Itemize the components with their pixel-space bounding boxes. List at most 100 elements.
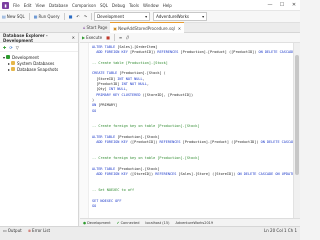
code-keyword: ALTER TABLE (92, 166, 118, 171)
undo-icon[interactable]: ↶ (74, 12, 81, 21)
new-file-icon: ▤ (2, 14, 6, 19)
new-sql-button[interactable]: ▤ New SQL (0, 12, 27, 21)
run-query-label: Run Query (38, 14, 60, 19)
tab-sql-file[interactable]: ▣ NewAddStoredProcedure.sql ✕ (110, 22, 185, 33)
code-text: [Production].[Stock] (117, 135, 160, 140)
database-value: AdventureWorks (156, 14, 189, 19)
menu-item-comparison[interactable]: Comparison (70, 3, 98, 8)
code-keyword: GO (92, 108, 97, 113)
output-icon: ▭ (3, 227, 7, 233)
code-keyword: ADD FOREIGN KEY (96, 172, 130, 177)
error-list-label: Error List (32, 227, 51, 233)
panel-header: Database Explorer - Development ✕ (0, 33, 78, 43)
code-line[interactable]: GO (92, 204, 293, 209)
code-text: , (125, 87, 128, 92)
menu-item-database[interactable]: Database (47, 3, 70, 8)
status-server: localhost (15) (142, 221, 172, 225)
minimize-button[interactable]: — (264, 0, 276, 11)
menu-item-view[interactable]: View (33, 3, 47, 8)
toolbar-separator (113, 34, 115, 41)
collapse-icon[interactable]: ▾ (3, 55, 5, 60)
code-keyword: ADD FOREIGN KEY (96, 50, 130, 55)
code-text: [PRIMARY] (98, 103, 118, 108)
expand-icon[interactable]: ▸ (8, 61, 10, 66)
tree-label: Database Snapshots (17, 66, 59, 72)
close-window-button[interactable]: ✕ (288, 0, 300, 11)
code-comment: -- Create foreign key on table [Producti… (92, 124, 200, 129)
status-state-label: Connected (120, 220, 140, 225)
code-keyword: ON DELETE CASCADE (258, 50, 294, 55)
code-comment: -- Set NOEXEC to off (92, 188, 135, 193)
format-icon[interactable]: ≡ (117, 33, 124, 42)
filter-icon[interactable]: ▽ (16, 45, 19, 50)
tree-label: Development (12, 54, 39, 60)
close-icon[interactable]: ✕ (72, 35, 75, 40)
save-icon[interactable]: ■ (67, 12, 75, 21)
panel-title: Database Explorer - Development (3, 32, 48, 43)
menu-item-sql[interactable]: SQL (98, 3, 110, 8)
maximize-button[interactable]: ☐ (276, 0, 288, 11)
code-text: , (142, 76, 145, 81)
tree-item-database-snapshots[interactable]: ▸ Database Snapshots (3, 66, 75, 72)
close-icon[interactable]: ✕ (178, 26, 181, 31)
output-tab[interactable]: ▭ Output (0, 226, 25, 234)
toolbar-separator (28, 13, 30, 20)
app-logo: ▮ (2, 1, 9, 9)
menu-item-window[interactable]: Window (141, 3, 161, 8)
tab-start-page[interactable]: ⌂ Start Page (80, 23, 110, 33)
expand-icon[interactable]: ▸ (8, 67, 10, 72)
execute-label: Execute (86, 35, 103, 40)
redo-icon[interactable]: ↷ (82, 12, 89, 21)
code-line[interactable]: ADD FOREIGN KEY ([StoreID]) REFERENCES [… (92, 172, 293, 177)
code-text: [ProductID] (92, 82, 122, 87)
code-keyword: ON DELETE CASCADE (260, 140, 293, 145)
editor-gutter (80, 43, 89, 218)
code-line[interactable]: ADD FOREIGN KEY ([ProductID]) REFERENCES… (92, 140, 293, 145)
execute-button[interactable]: ▶ Execute (80, 33, 104, 42)
toolbar-separator (91, 13, 93, 20)
code-keyword: CREATE TABLE (92, 71, 120, 76)
code-line[interactable]: ADD FOREIGN KEY [ProductID]) REFERENCES … (92, 50, 293, 55)
editor-status-bar: ● Development ✔ Connected localhost (15)… (80, 218, 300, 226)
new-sql-label: New SQL (6, 14, 25, 19)
code-keyword: PRIMARY KEY CLUSTERED (96, 92, 143, 97)
stop-icon[interactable]: ■ (104, 33, 112, 42)
code-keyword: ON DELETE CASCADE ON UPDATE CASCADE (237, 172, 293, 177)
code-text: ([StoreID]) (129, 172, 156, 177)
database-select[interactable]: AdventureWorks ▾ (153, 12, 208, 21)
scrollbar-thumb[interactable] (295, 55, 299, 175)
server-icon: ● (83, 220, 87, 225)
cursor-position: Ln 20 Col 1 Ch 1 (261, 226, 300, 234)
error-list-tab[interactable]: ⊗ Error List (25, 226, 53, 234)
play-icon: ▶ (82, 35, 86, 40)
code-keyword: GO (92, 203, 97, 208)
connection-select[interactable]: Development ▾ (94, 12, 151, 21)
menu-item-tools[interactable]: Tools (127, 3, 141, 8)
menu-item-edit[interactable]: Edit (22, 3, 34, 8)
code-text: [Production].[Product] ([ProductID]) (180, 50, 259, 55)
cursor-position-label: Ln 20 Col 1 Ch 1 (264, 227, 297, 233)
query-icon: ▦ (33, 14, 38, 19)
menu-item-help[interactable]: Help (161, 3, 174, 8)
explorer-toolbar: ✚ ⟳ ▽ (0, 43, 78, 52)
refresh-icon[interactable]: ⟳ (9, 45, 12, 50)
vertical-scrollbar[interactable] (293, 43, 300, 218)
toolbar-separator (63, 13, 65, 20)
code-text: ) (92, 97, 95, 102)
folder-icon (11, 61, 16, 65)
new-connection-icon[interactable]: ✚ (3, 45, 6, 50)
document-tabs: ⌂ Start Page ▣ NewAddStoredProcedure.sql… (0, 22, 300, 33)
sql-editor[interactable]: ALTER TABLE [Sales].[OrderItem] ADD FORE… (80, 43, 293, 218)
comment-icon[interactable]: // (124, 33, 131, 42)
status-connection: ● Development (80, 221, 114, 225)
error-icon: ⊗ (27, 227, 32, 233)
tree-label: System Databases (17, 60, 55, 66)
home-icon: ⌂ (83, 25, 86, 30)
code-area[interactable]: ALTER TABLE [Sales].[OrderItem] ADD FORE… (92, 45, 293, 209)
menu-bar: File Edit View Database Comparison SQL Debug To… (11, 3, 174, 8)
menu-item-file[interactable]: File (11, 3, 22, 8)
menu-item-debug[interactable]: Debug (110, 3, 127, 8)
code-keyword: SET NOEXEC OFF (92, 198, 122, 203)
run-query-button[interactable]: ▦ Run Query (32, 12, 62, 21)
code-keyword: ALTER TABLE (92, 135, 118, 140)
